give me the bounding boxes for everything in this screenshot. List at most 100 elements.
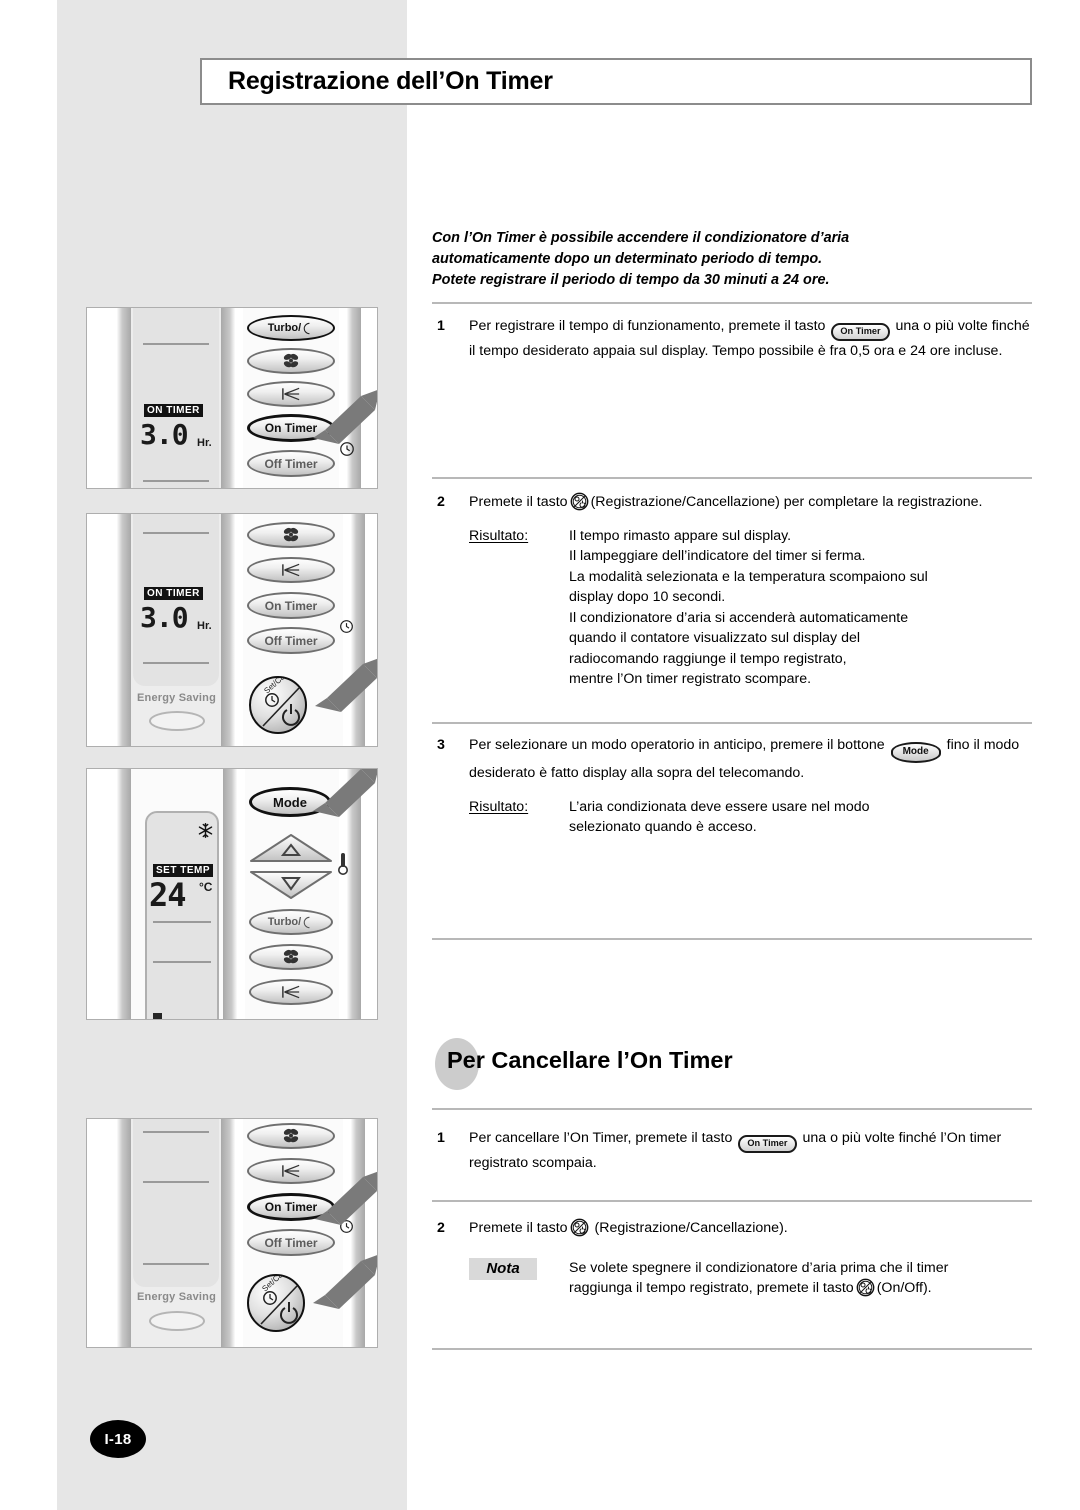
pointer-arrow [313, 769, 377, 817]
step-1-text-a: Per registrare il tempo di funzionamento… [469, 318, 826, 334]
step-2-text-b: (Registrazione/Cancellazione) per comple… [590, 494, 983, 510]
air-swing-icon [282, 563, 300, 577]
result-text: Il tempo rimasto appare sul display. Il … [569, 526, 1032, 690]
step-1-number: 1 [437, 318, 445, 334]
lcd-unit: Hr. [197, 620, 212, 632]
result-line: quando il contatore visualizzato sul dis… [569, 630, 861, 646]
energy-saving-label: Energy Saving [137, 1291, 217, 1303]
remote-left-margin [87, 1119, 101, 1347]
off-timer-key[interactable]: Off Timer [247, 627, 335, 654]
lcd-divider-bottom [143, 1263, 209, 1265]
divider-4 [432, 938, 1032, 940]
temp-up-key[interactable] [247, 831, 335, 865]
remote-edge-left [109, 769, 131, 1019]
note-text: Se volete spegnere il condizionatore d’a… [569, 1258, 1032, 1299]
divider-5 [432, 1108, 1032, 1110]
lcd-divider-top [143, 1131, 209, 1133]
energy-saving-button[interactable] [149, 1311, 205, 1331]
fan-speed-key[interactable] [247, 1123, 335, 1149]
section2-step-2-text-a: Premete il tasto [469, 1220, 568, 1236]
off-timer-key-label: Off Timer [264, 1235, 318, 1250]
step-3-number: 3 [437, 737, 445, 753]
remote-left-margin [87, 514, 101, 746]
turbo-key-label: Turbo/ [267, 916, 302, 928]
fan-speed-key[interactable] [249, 944, 333, 970]
turbo-key[interactable]: Turbo/ [247, 315, 335, 341]
step-3-text-a: Per selezionare un modo operatorio in an… [469, 737, 885, 753]
lcd-divider-mid [143, 1181, 209, 1183]
lcd-on-timer-tag: ON TIMER [144, 404, 203, 417]
result-label: Risultato: [469, 798, 529, 815]
note-line-2: raggiunga il tempo registrato, premete i… [569, 1278, 1032, 1299]
step-3-body: Per selezionare un modo operatorio in an… [469, 735, 1032, 838]
fan-icon [283, 949, 299, 964]
result-line: Il tempo rimasto appare sul display. [569, 527, 792, 544]
air-swing-icon [282, 985, 300, 999]
lcd-value: 3.0 [140, 601, 189, 634]
remote-edge-left [109, 1119, 131, 1347]
fan-speed-key[interactable] [247, 348, 335, 374]
fan-icon [283, 527, 299, 542]
on-timer-button-glyph[interactable]: On Timer [738, 1135, 797, 1153]
step-2-body: Premete il tasto (Registrazione/Cancellaz… [469, 492, 1032, 690]
step-3: 3 Per selezionare un modo operatorio in … [432, 735, 1032, 838]
page-number: I-18 [90, 1420, 146, 1458]
note-line-2a: raggiunga il tempo registrato, premete i… [569, 1280, 854, 1296]
remote-illustration-1: ON TIMER 3.0 Hr. Turbo/ On Timer Off Tim… [86, 307, 378, 489]
result-line: display dopo 10 secondi. [569, 589, 726, 605]
set-cancel-icon[interactable] [570, 492, 589, 511]
step-1-body: Per registrare il tempo di funzionamento… [469, 316, 1032, 362]
section-heading-text: Per Cancellare l’On Timer [447, 1047, 733, 1073]
lcd-divider-low [153, 961, 211, 963]
step-3-result: Risultato: L’aria condizionata deve esse… [469, 797, 1032, 838]
lcd-display [145, 811, 219, 1019]
snowflake-icon [198, 822, 213, 839]
pointer-arrow-set-cancel [313, 1255, 377, 1309]
pointer-arrow [313, 390, 377, 444]
fan-icon [283, 1128, 299, 1143]
section2-step-1: 1 Per cancellare l’On Timer, premete il … [432, 1128, 1032, 1174]
turbo-key[interactable]: Turbo/ [249, 909, 333, 935]
air-swing-key[interactable] [247, 557, 335, 583]
lcd-off-timer-tag [153, 1013, 163, 1019]
result-line: Il lampeggiare dell’indicatore del timer… [569, 548, 866, 564]
set-cancel-icon[interactable] [856, 1278, 875, 1297]
lcd-divider-bottom [143, 480, 209, 482]
remote-left-margin [87, 308, 101, 488]
on-timer-button-glyph[interactable]: On Timer [831, 323, 890, 341]
on-timer-key[interactable]: On Timer [247, 592, 335, 619]
fan-speed-key[interactable] [247, 522, 335, 548]
divider-2 [432, 477, 1032, 479]
result-line: mentre l’On timer registrato scompare. [569, 671, 812, 687]
step-2-text-a: Premete il tasto [469, 494, 568, 510]
turbo-key-label: Turbo/ [267, 322, 302, 334]
lcd-divider-bottom [143, 662, 209, 664]
section-heading-cancel: Per Cancellare l’On Timer [432, 1038, 1032, 1090]
lcd-display [133, 1119, 219, 1287]
remote-illustration-3: SET TEMP 24 °C Mode Turbo/ [86, 768, 378, 1020]
intro-block: Con l’On Timer è possibile accendere il … [432, 228, 1032, 291]
off-timer-key-label: Off Timer [264, 633, 318, 648]
off-timer-key-label: Off Timer [264, 456, 318, 471]
section2-step-1-number: 1 [437, 1130, 445, 1146]
section2-step-2: 2 Premete il tasto (Registrazione/Cancel… [432, 1218, 1032, 1299]
pointer-arrow-on-timer [315, 1171, 377, 1225]
result-line: La modalità selezionata e la temperatura… [569, 568, 928, 585]
remote-left-margin [87, 769, 101, 1019]
result-line: selezionato quando è acceso. [569, 819, 757, 835]
remote-edge-mid [221, 1119, 243, 1347]
section2-step-2-number: 2 [437, 1220, 445, 1236]
result-line: L’aria condizionata deve essere usare ne… [569, 798, 870, 815]
on-timer-key-label: On Timer [264, 598, 318, 613]
remote-edge-left [109, 514, 131, 746]
section2-step-2-text-b: (Registrazione/Cancellazione). [594, 1220, 788, 1236]
mode-button-glyph[interactable]: Mode [890, 742, 941, 763]
remote-illustration-2: ON TIMER 3.0 Hr. Energy Saving On Timer … [86, 513, 378, 747]
energy-saving-button[interactable] [149, 711, 205, 731]
air-swing-key[interactable] [249, 979, 333, 1005]
lcd-unit: Hr. [197, 437, 212, 449]
lcd-divider-top [143, 343, 209, 345]
temp-down-key[interactable] [247, 868, 335, 902]
set-cancel-icon[interactable] [570, 1218, 589, 1237]
result-line: radiocomando raggiunge il tempo registra… [569, 650, 847, 667]
